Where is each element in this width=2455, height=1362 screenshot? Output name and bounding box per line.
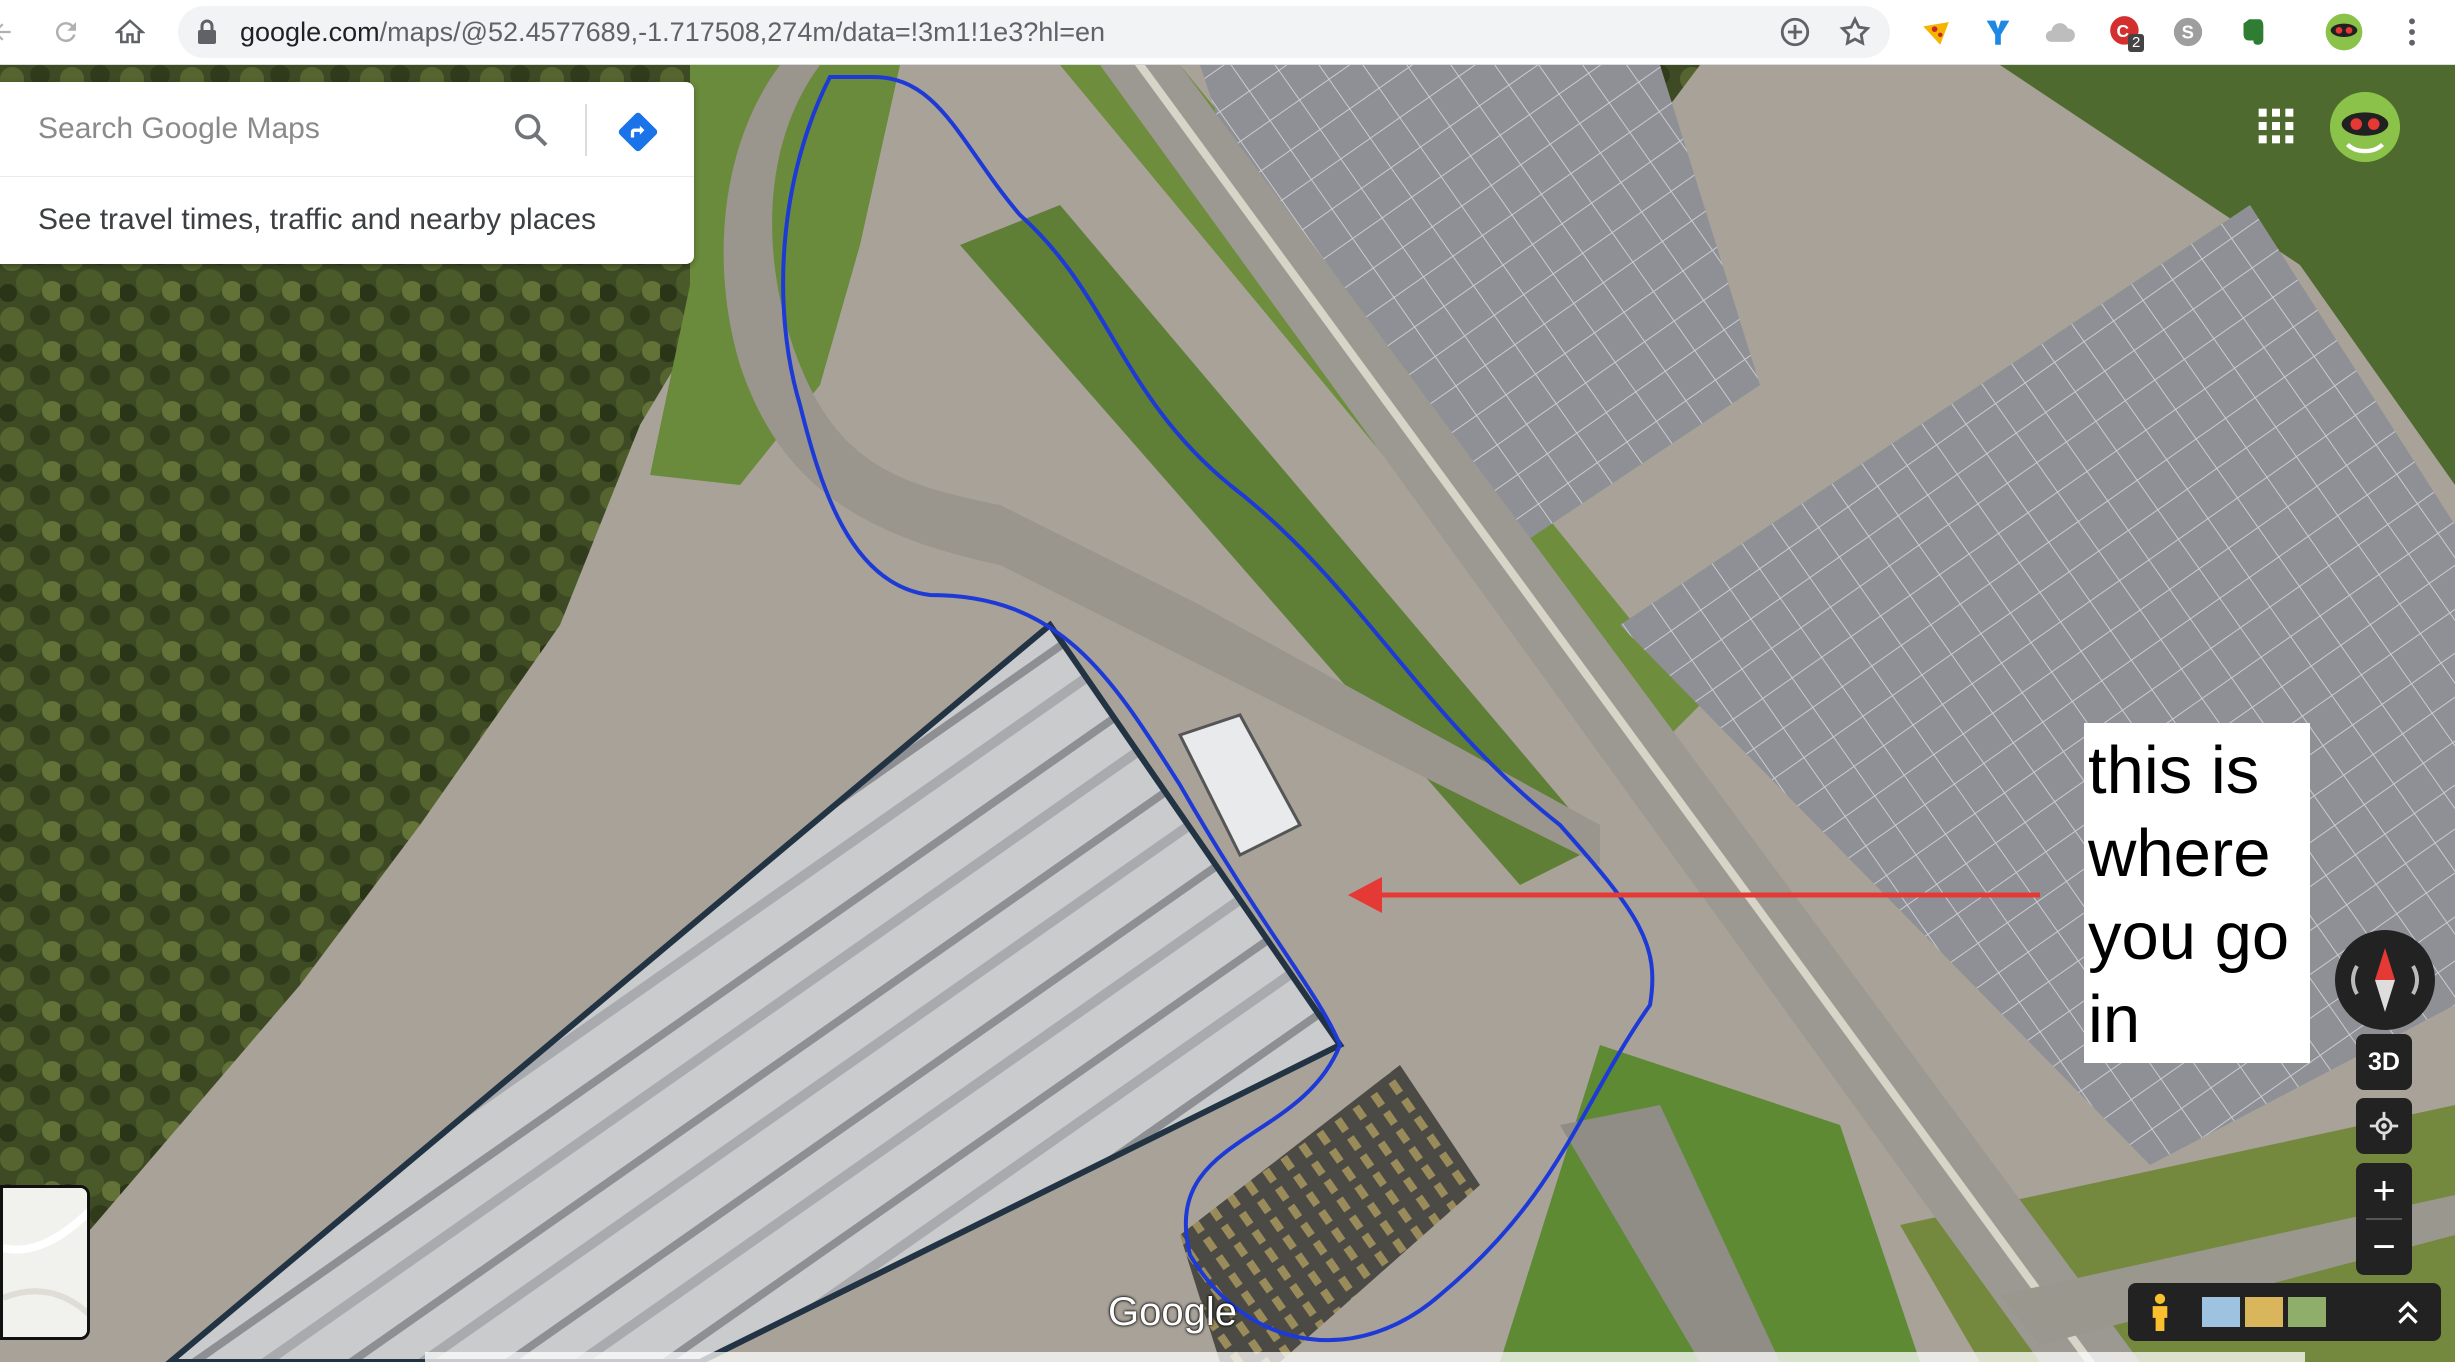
address-bar[interactable]: google.com/maps/@52.4577689,-1.717508,27…: [178, 6, 1890, 58]
rotate-left-icon[interactable]: [2351, 965, 2359, 995]
compass-control[interactable]: [2335, 930, 2435, 1030]
imagery-thumbnails[interactable]: [2202, 1293, 2330, 1331]
note-line: this is: [2088, 733, 2260, 808]
red-extension-icon[interactable]: C 2: [2104, 10, 2148, 54]
evernote-extension-icon[interactable]: [2230, 10, 2274, 54]
cloud-extension-icon[interactable]: [2038, 10, 2082, 54]
url-host: google.com: [240, 17, 380, 47]
extension-badge: 2: [2128, 34, 2145, 52]
annotation-note: this is where you go in: [2084, 723, 2310, 1063]
thumbnail-satellite[interactable]: [2202, 1297, 2240, 1327]
google-logo: Google: [1108, 1290, 1237, 1334]
search-card: See travel times, traffic and nearby pla…: [0, 82, 694, 264]
yoast-extension-icon[interactable]: [1976, 10, 2020, 54]
browser-toolbar: google.com/maps/@52.4577689,-1.717508,27…: [0, 0, 2455, 65]
star-icon[interactable]: [1838, 15, 1872, 49]
chevron-up-icon[interactable]: [2388, 1291, 2428, 1333]
apps-grid-icon[interactable]: [2256, 106, 2296, 146]
add-icon[interactable]: [1778, 15, 1812, 49]
pizza-extension-icon[interactable]: [1914, 10, 1958, 54]
attribution-bar: [425, 1352, 2305, 1362]
account-avatar[interactable]: [2330, 92, 2400, 162]
svg-text:S: S: [2182, 21, 2194, 42]
lock-icon: [196, 19, 218, 50]
reload-icon[interactable]: [44, 10, 88, 54]
search-icon[interactable]: [505, 104, 557, 156]
note-line: in: [2088, 982, 2141, 1057]
home-icon[interactable]: [108, 10, 152, 54]
my-location-icon[interactable]: [2356, 1098, 2412, 1154]
travel-times-link[interactable]: See travel times, traffic and nearby pla…: [38, 176, 596, 264]
search-input[interactable]: [0, 82, 560, 176]
zoom-in-button[interactable]: +: [2356, 1163, 2412, 1219]
layers-toggle[interactable]: [0, 1185, 90, 1340]
search-divider: [585, 104, 587, 156]
menu-icon[interactable]: [2390, 10, 2434, 54]
url-text: google.com/maps/@52.4577689,-1.717508,27…: [240, 6, 1105, 58]
3d-button[interactable]: 3D: [2356, 1034, 2412, 1090]
compass-south-icon: [2375, 980, 2395, 1012]
url-path: /maps/@52.4577689,-1.717508,274m/data=!3…: [379, 17, 1106, 47]
skype-extension-icon[interactable]: S: [2166, 10, 2210, 54]
imagery-panel: [2128, 1283, 2441, 1341]
rotate-right-icon[interactable]: [2411, 965, 2419, 995]
zoom-out-button[interactable]: −: [2356, 1219, 2412, 1275]
note-line: you go: [2088, 899, 2290, 974]
pegman-icon[interactable]: [2142, 1293, 2178, 1331]
profile-avatar-icon[interactable]: [2322, 10, 2366, 54]
zoom-controls: + −: [2356, 1163, 2412, 1275]
thumbnail-terrain[interactable]: [2245, 1297, 2283, 1327]
arrow-head: [1348, 877, 1382, 913]
directions-icon[interactable]: [610, 104, 666, 160]
thumbnail-map[interactable]: [2288, 1297, 2326, 1327]
compass-north-icon: [2375, 948, 2395, 980]
back-icon[interactable]: [0, 10, 24, 54]
note-line: where: [2088, 816, 2271, 891]
